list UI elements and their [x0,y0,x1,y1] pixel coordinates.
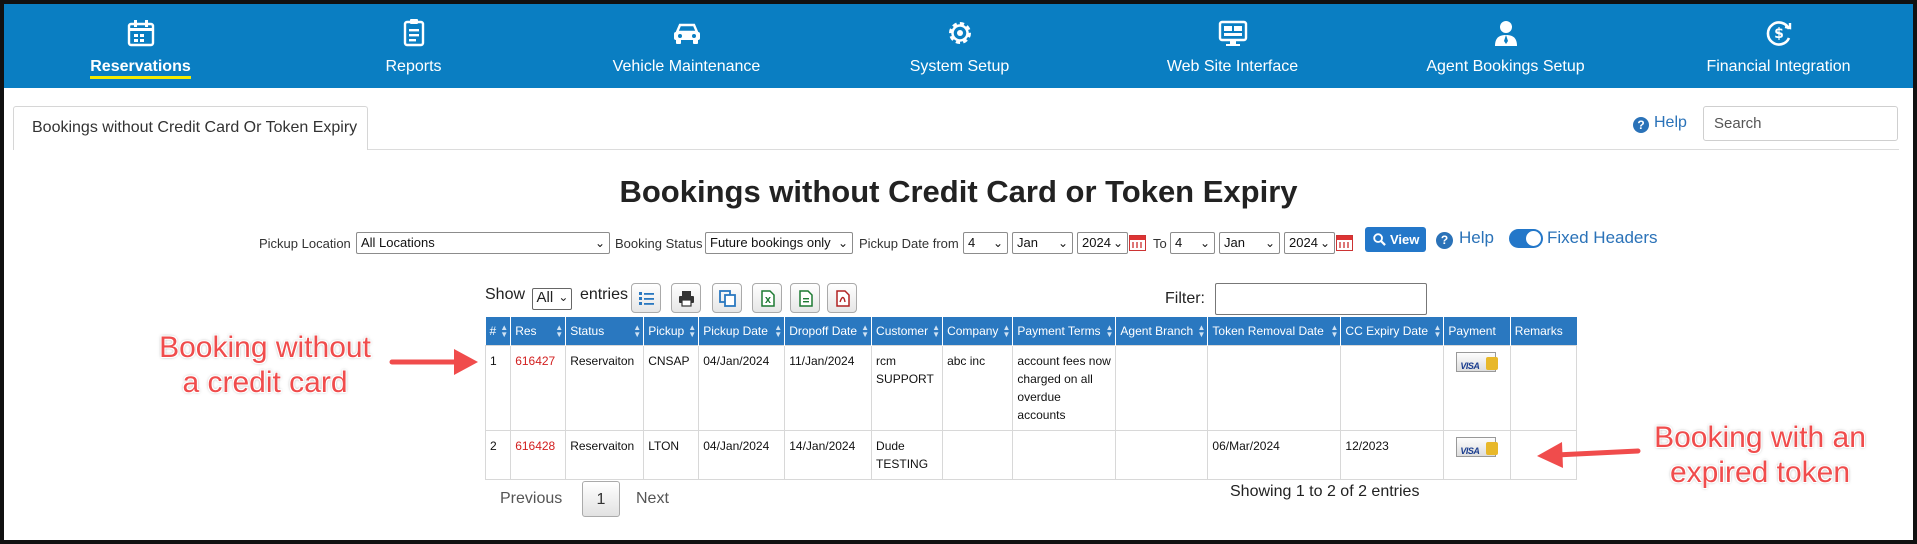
arrow-right [1537,442,1641,468]
arrow-left [389,349,478,375]
annotation-arrows [389,349,1641,468]
